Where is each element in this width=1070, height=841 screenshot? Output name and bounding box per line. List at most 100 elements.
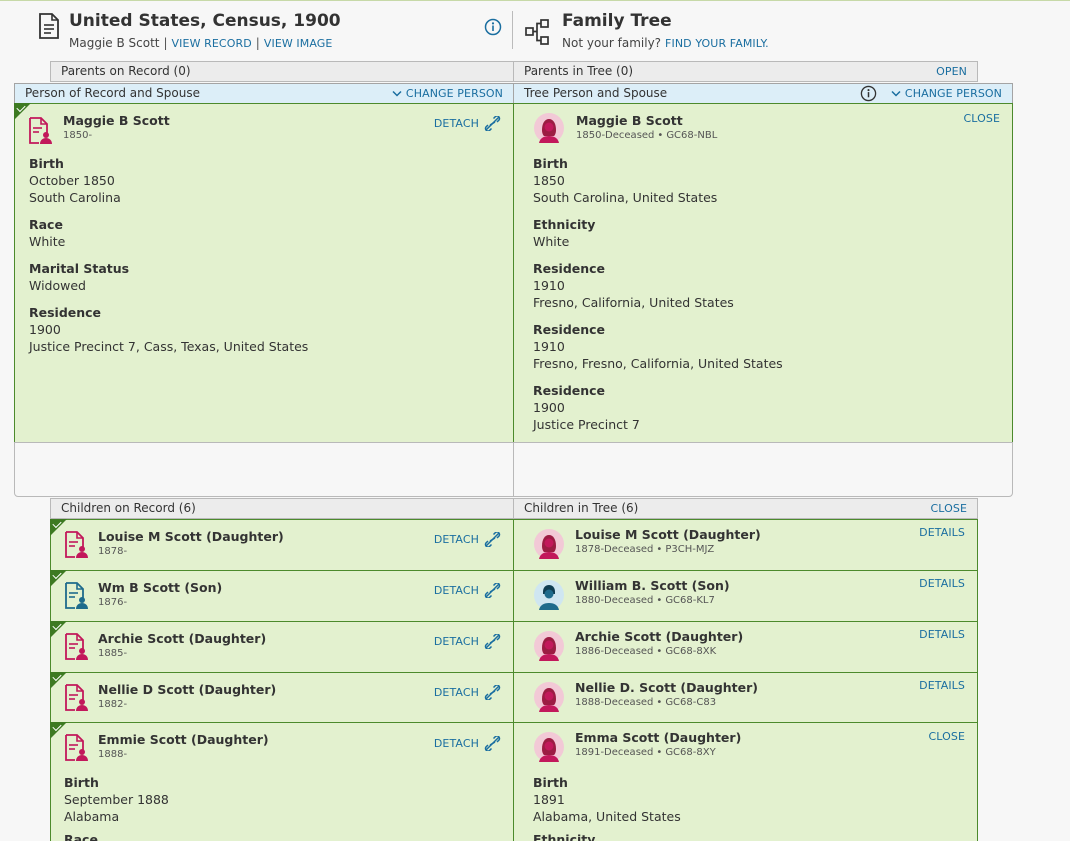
- unlink-icon: [484, 685, 501, 700]
- parents-record-label: Parents on Record (0): [61, 64, 191, 78]
- unlink-icon: [484, 634, 501, 649]
- child-tree-row: William B. Scott (Son) 1880-Deceased • GC6…: [513, 570, 978, 622]
- spouse-record-label: Person of Record and Spouse: [25, 86, 201, 100]
- child-tree-name[interactable]: Emma Scott (Daughter): [575, 730, 741, 745]
- child-tree-dates: 1878-Deceased • P3CH-MJZ: [575, 544, 715, 555]
- fact-residence: Residence 1900 Justice Precinct 7, Cass, T…: [29, 305, 309, 354]
- find-family-link[interactable]: FIND YOUR FAMILY.: [665, 37, 769, 50]
- chevron-down-icon: [392, 90, 402, 97]
- child-record-dates: 1876-: [98, 597, 128, 608]
- fact-marital-status: Marital Status Widowed: [29, 261, 130, 293]
- female-avatar-icon: [534, 682, 564, 712]
- female-record-icon: [65, 734, 88, 761]
- change-person-tree-button[interactable]: CHANGE PERSON: [891, 84, 1002, 103]
- info-icon[interactable]: [484, 18, 502, 40]
- parents-tree-label: Parents in Tree (0): [524, 64, 634, 78]
- details-button[interactable]: DETAILS: [919, 679, 965, 692]
- fact-ethnicity: Ethnicity White: [533, 217, 596, 249]
- child-tree-dates: 1886-Deceased • GC68-8XK: [575, 646, 717, 657]
- change-person-record-button[interactable]: CHANGE PERSON: [392, 84, 503, 103]
- record-person-name[interactable]: Maggie B Scott: [63, 113, 170, 128]
- record-person-dates: 1850-: [63, 130, 93, 141]
- child-tree-name[interactable]: Louise M Scott (Daughter): [575, 527, 761, 542]
- detach-button[interactable]: DETACH: [434, 685, 501, 700]
- female-avatar-icon: [534, 529, 564, 559]
- tree-person-name[interactable]: Maggie B Scott: [576, 113, 717, 128]
- detach-button[interactable]: DETACH: [434, 532, 501, 547]
- child-tree-name[interactable]: Nellie D. Scott (Daughter): [575, 680, 758, 695]
- child-record-name[interactable]: Nellie D Scott (Daughter): [98, 682, 276, 697]
- child-record-name[interactable]: Louise M Scott (Daughter): [98, 529, 284, 544]
- tree-person-facts: Birth 1850 South Carolina, United States E…: [533, 155, 783, 433]
- header-divider: [512, 11, 513, 49]
- tree-subtitle: Not your family? FIND YOUR FAMILY.: [562, 36, 769, 50]
- fact-race: Race White: [29, 217, 66, 249]
- female-avatar-icon: [534, 113, 564, 143]
- record-person-card: Maggie B Scott 1850- DETACH Birth October…: [14, 103, 514, 443]
- children-tree-label: Children in Tree (6): [524, 501, 639, 515]
- record-icon: [65, 684, 88, 711]
- child-tree-row: Nellie D. Scott (Daughter) 1888-Deceased…: [513, 672, 978, 724]
- child-record-dates: 1882-: [98, 699, 128, 710]
- child-record-row: Louise M Scott (Daughter) 1878- DETACH: [50, 519, 514, 571]
- child-record-name[interactable]: Emmie Scott (Daughter): [98, 732, 269, 747]
- child-tree-dates: 1880-Deceased • GC68-KL7: [575, 595, 715, 606]
- tree-person-card: Maggie B Scott 1850-Deceased • GC68-NBL CL…: [513, 103, 1013, 443]
- child-tree-row: Archie Scott (Daughter) 1886-Deceased • GC…: [513, 621, 978, 673]
- child-tree-name[interactable]: Archie Scott (Daughter): [575, 629, 743, 644]
- details-button[interactable]: DETAILS: [919, 526, 965, 539]
- child-record-name[interactable]: Wm B Scott (Son): [98, 580, 222, 595]
- child-tree-name[interactable]: William B. Scott (Son): [575, 578, 730, 593]
- parents-open-button[interactable]: OPEN: [936, 62, 967, 81]
- child-record-dates: 1878-: [98, 546, 128, 557]
- child-record-name[interactable]: Archie Scott (Daughter): [98, 631, 266, 646]
- record-person-facts: Birth October 1850 South Carolina Race Whit…: [29, 155, 308, 355]
- unlink-icon: [484, 116, 501, 131]
- detach-button[interactable]: DETACH: [434, 634, 501, 649]
- fact-birth: Birth September 1888 Alabama: [64, 775, 169, 824]
- detach-button[interactable]: DETACH: [434, 583, 501, 598]
- record-doc-icon: [38, 13, 60, 43]
- spouse-tree-bar: Tree Person and Spouse CHANGE PERSON: [513, 83, 1013, 104]
- spouse-record-bar: Person of Record and Spouse CHANGE PERSO…: [14, 83, 514, 104]
- child-record-row: Nellie D Scott (Daughter) 1882- DETACH: [50, 672, 514, 724]
- children-record-bar: Children on Record (6): [50, 498, 514, 519]
- child-record-row: Wm B Scott (Son) 1876- DETACH: [50, 570, 514, 622]
- detach-button[interactable]: DETACH: [434, 736, 501, 751]
- fact-race: Race: [64, 832, 98, 841]
- details-button[interactable]: DETAILS: [919, 628, 965, 641]
- detach-button[interactable]: DETACH: [434, 116, 501, 131]
- record-icon: [65, 531, 88, 558]
- child-record-dates: 1885-: [98, 648, 128, 659]
- fact-residence: Residence 1900 Justice Precinct 7: [533, 383, 640, 432]
- fact-residence: Residence 1910 Fresno, California, United …: [533, 261, 734, 310]
- children-record-label: Children on Record (6): [61, 501, 196, 515]
- parents-record-bar: Parents on Record (0): [50, 61, 514, 82]
- child-record-dates: 1888-: [98, 749, 128, 760]
- close-button[interactable]: CLOSE: [963, 112, 1000, 125]
- record-icon: [65, 582, 88, 609]
- tree-title: Family Tree: [562, 11, 672, 31]
- child-tree-row: Louise M Scott (Daughter) 1878-Deceased •…: [513, 519, 978, 571]
- tree-person-dates: 1850-Deceased • GC68-NBL: [576, 130, 718, 141]
- children-close-button[interactable]: CLOSE: [930, 499, 967, 518]
- female-record-icon: [29, 117, 52, 144]
- record-person-name: Maggie B Scott: [69, 36, 160, 50]
- close-button[interactable]: CLOSE: [928, 730, 965, 743]
- female-avatar-icon: [534, 732, 564, 762]
- record-subtitle: Maggie B Scott | VIEW RECORD | VIEW IMAG…: [69, 36, 333, 50]
- unlink-icon: [484, 583, 501, 598]
- spouse-tree-label: Tree Person and Spouse: [524, 86, 668, 100]
- details-button[interactable]: DETAILS: [919, 577, 965, 590]
- info-icon[interactable]: [860, 85, 877, 102]
- parents-tree-bar: Parents in Tree (0) OPEN: [513, 61, 978, 82]
- record-title: United States, Census, 1900: [69, 11, 341, 31]
- child-record-card-expanded: Emmie Scott (Daughter) 1888- DETACH Birt…: [50, 722, 514, 841]
- child-record-facts: Birth September 1888 Alabama Race: [64, 774, 169, 841]
- child-tree-dates: 1891-Deceased • GC68-8XY: [575, 747, 716, 758]
- fact-ethnicity: Ethnicity: [533, 832, 596, 841]
- view-image-link[interactable]: VIEW IMAGE: [264, 37, 333, 50]
- not-family-text: Not your family?: [562, 36, 662, 50]
- chevron-down-icon: [891, 90, 901, 97]
- view-record-link[interactable]: VIEW RECORD: [172, 37, 252, 50]
